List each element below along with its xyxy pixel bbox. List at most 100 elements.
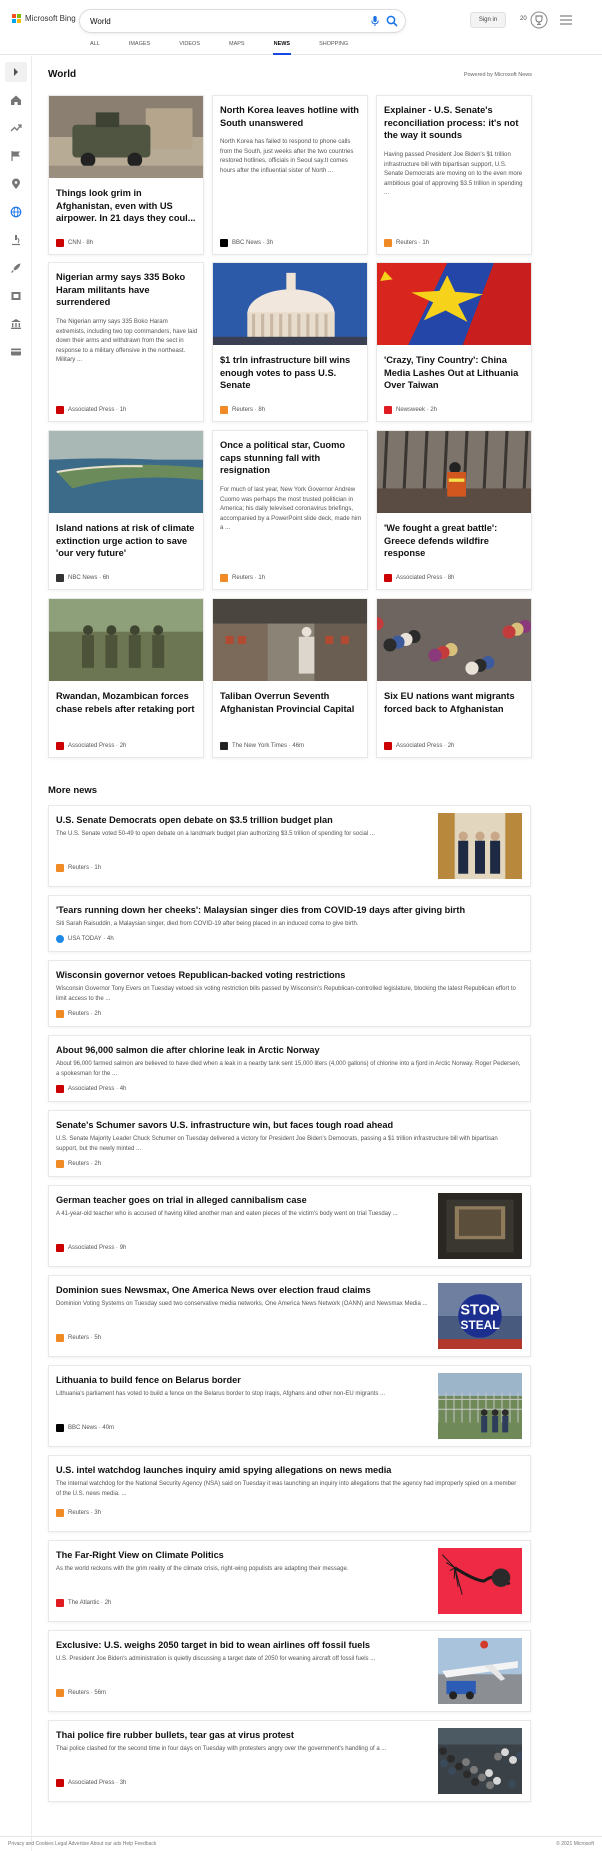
news-card-source[interactable]: Associated Press · 1h — [56, 406, 126, 414]
news-card-title[interactable]: Island nations at risk of climate extinc… — [56, 522, 198, 560]
news-card[interactable]: Taliban Overrun Seventh Afghanistan Prov… — [212, 598, 368, 758]
news-card-source[interactable]: Associated Press · 8h — [384, 574, 454, 582]
more-news-title[interactable]: Exclusive: U.S. weighs 2050 target in bi… — [56, 1639, 431, 1651]
news-card[interactable]: Nigerian army says 335 Boko Haram milita… — [48, 262, 204, 422]
more-news-source[interactable]: Reuters · 5h — [56, 1334, 101, 1342]
more-news-image[interactable] — [438, 1728, 522, 1794]
news-card-source[interactable]: The New York Times · 46m — [220, 742, 304, 750]
news-card-title[interactable]: 'Crazy, Tiny Country': China Media Lashe… — [384, 354, 526, 392]
film-icon[interactable] — [10, 290, 22, 302]
news-card-source[interactable]: Reuters · 1h — [384, 239, 429, 247]
tab-all[interactable]: ALL — [90, 40, 100, 55]
news-card[interactable]: 'Crazy, Tiny Country': China Media Lashe… — [376, 262, 532, 422]
more-news-source[interactable]: The Atlantic · 2h — [56, 1599, 111, 1607]
more-news-source[interactable]: USA TODAY · 4h — [56, 935, 114, 943]
more-news-title[interactable]: Lithuania to build fence on Belarus bord… — [56, 1374, 431, 1386]
more-news-image[interactable] — [438, 1373, 522, 1439]
news-card-source[interactable]: BBC News · 3h — [220, 239, 273, 247]
more-news-source[interactable]: Reuters · 3h — [56, 1509, 101, 1517]
more-news-item[interactable]: Thai police fire rubber bullets, tear ga… — [48, 1720, 531, 1802]
news-card-image[interactable] — [377, 263, 531, 345]
more-news-source[interactable]: Reuters · 56m — [56, 1689, 106, 1697]
news-card-title[interactable]: North Korea leaves hotline with South un… — [220, 104, 362, 129]
search-icon[interactable] — [386, 15, 398, 27]
microphone-icon[interactable] — [369, 15, 381, 27]
news-card-title[interactable]: $1 trln infrastructure bill wins enough … — [220, 354, 362, 392]
more-news-title[interactable]: German teacher goes on trial in alleged … — [56, 1194, 431, 1206]
news-card-source[interactable]: Reuters · 8h — [220, 406, 265, 414]
more-news-title[interactable]: U.S. Senate Democrats open debate on $3.… — [56, 814, 431, 826]
news-card-image[interactable] — [49, 431, 203, 513]
more-news-image[interactable] — [438, 813, 522, 879]
news-card[interactable]: Six EU nations want migrants forced back… — [376, 598, 532, 758]
news-card-source[interactable]: NBC News · 6h — [56, 574, 109, 582]
more-news-item[interactable]: Exclusive: U.S. weighs 2050 target in bi… — [48, 1630, 531, 1712]
globe-icon[interactable] — [10, 206, 22, 218]
powered-by-label[interactable]: Powered by Microsoft News — [464, 72, 532, 78]
rewards-count[interactable]: 20 — [520, 16, 527, 22]
more-news-source[interactable]: BBC News · 40m — [56, 1424, 114, 1432]
news-card-title[interactable]: 'We fought a great battle': Greece defen… — [384, 522, 526, 560]
microscope-icon[interactable] — [10, 234, 22, 246]
more-news-image[interactable] — [438, 1548, 522, 1614]
news-card[interactable]: Explainer - U.S. Senate's reconciliation… — [376, 95, 532, 255]
bank-icon[interactable] — [10, 318, 22, 330]
tab-images[interactable]: IMAGES — [129, 40, 150, 55]
news-card-source[interactable]: Associated Press · 2h — [384, 742, 454, 750]
home-icon[interactable] — [10, 94, 22, 106]
more-news-source[interactable]: Associated Press · 3h — [56, 1779, 126, 1787]
more-news-image[interactable] — [438, 1193, 522, 1259]
more-news-title[interactable]: 'Tears running down her cheeks': Malaysi… — [56, 904, 521, 916]
news-card-title[interactable]: Rwandan, Mozambican forces chase rebels … — [56, 690, 198, 715]
more-news-title[interactable]: About 96,000 salmon die after chlorine l… — [56, 1044, 521, 1056]
news-card-title[interactable]: Taliban Overrun Seventh Afghanistan Prov… — [220, 690, 362, 715]
more-news-title[interactable]: Thai police fire rubber bullets, tear ga… — [56, 1729, 431, 1741]
rewards-trophy-icon[interactable] — [530, 11, 548, 29]
news-card[interactable]: Island nations at risk of climate extinc… — [48, 430, 204, 590]
news-card-image[interactable] — [213, 599, 367, 681]
news-card[interactable]: 'We fought a great battle': Greece defen… — [376, 430, 532, 590]
more-news-source[interactable]: Associated Press · 4h — [56, 1085, 126, 1093]
tab-news[interactable]: NEWS — [272, 40, 291, 55]
more-news-item[interactable]: Dominion sues Newsmax, One America News … — [48, 1275, 531, 1357]
news-card-source[interactable]: Reuters · 1h — [220, 574, 265, 582]
more-news-source[interactable]: Reuters · 2h — [56, 1010, 101, 1018]
location-pin-icon[interactable] — [10, 178, 22, 190]
news-card-source[interactable]: Newsweek · 2h — [384, 406, 437, 414]
more-news-item[interactable]: U.S. intel watchdog launches inquiry ami… — [48, 1455, 531, 1532]
credit-card-icon[interactable] — [10, 346, 22, 358]
more-news-image[interactable] — [438, 1638, 522, 1704]
news-card[interactable]: Things look grim in Afghanistan, even wi… — [48, 95, 204, 255]
more-news-source[interactable]: Reuters · 1h — [56, 864, 101, 872]
more-news-title[interactable]: Dominion sues Newsmax, One America News … — [56, 1284, 431, 1296]
news-card-title[interactable]: Once a political star, Cuomo caps stunni… — [220, 439, 362, 477]
more-news-title[interactable]: Senate's Schumer savors U.S. infrastruct… — [56, 1119, 521, 1131]
expand-rail-button[interactable] — [5, 62, 27, 82]
more-news-source[interactable]: Associated Press · 9h — [56, 1244, 126, 1252]
sign-in-button[interactable]: Sign in — [470, 12, 506, 28]
news-card-title[interactable]: Nigerian army says 335 Boko Haram milita… — [56, 271, 198, 309]
more-news-item[interactable]: Senate's Schumer savors U.S. infrastruct… — [48, 1110, 531, 1177]
footer-links[interactable]: Privacy and Cookies Legal Advertise Abou… — [8, 1841, 156, 1847]
news-card-source[interactable]: CNN · 8h — [56, 239, 93, 247]
news-card-title[interactable]: Things look grim in Afghanistan, even wi… — [56, 187, 198, 225]
rocket-icon[interactable] — [10, 262, 22, 274]
more-news-item[interactable]: The Far-Right View on Climate Politics As… — [48, 1540, 531, 1622]
news-card-image[interactable] — [377, 431, 531, 513]
more-news-item[interactable]: Lithuania to build fence on Belarus bord… — [48, 1365, 531, 1447]
more-news-item[interactable]: German teacher goes on trial in alleged … — [48, 1185, 531, 1267]
news-card-image[interactable] — [213, 263, 367, 345]
search-input[interactable] — [90, 14, 340, 28]
more-news-image[interactable]: STOP STEAL — [438, 1283, 522, 1349]
news-card[interactable]: Rwandan, Mozambican forces chase rebels … — [48, 598, 204, 758]
news-card[interactable]: $1 trln infrastructure bill wins enough … — [212, 262, 368, 422]
more-news-item[interactable]: 'Tears running down her cheeks': Malaysi… — [48, 895, 531, 952]
us-flag-icon[interactable] — [10, 150, 22, 162]
news-card[interactable]: North Korea leaves hotline with South un… — [212, 95, 368, 255]
tab-videos[interactable]: VIDEOS — [179, 40, 200, 55]
hamburger-menu-icon[interactable] — [560, 15, 572, 25]
more-news-source[interactable]: Reuters · 2h — [56, 1160, 101, 1168]
more-news-item[interactable]: Wisconsin governor vetoes Republican-bac… — [48, 960, 531, 1027]
trending-icon[interactable] — [10, 122, 22, 134]
more-news-title[interactable]: U.S. intel watchdog launches inquiry ami… — [56, 1464, 521, 1476]
